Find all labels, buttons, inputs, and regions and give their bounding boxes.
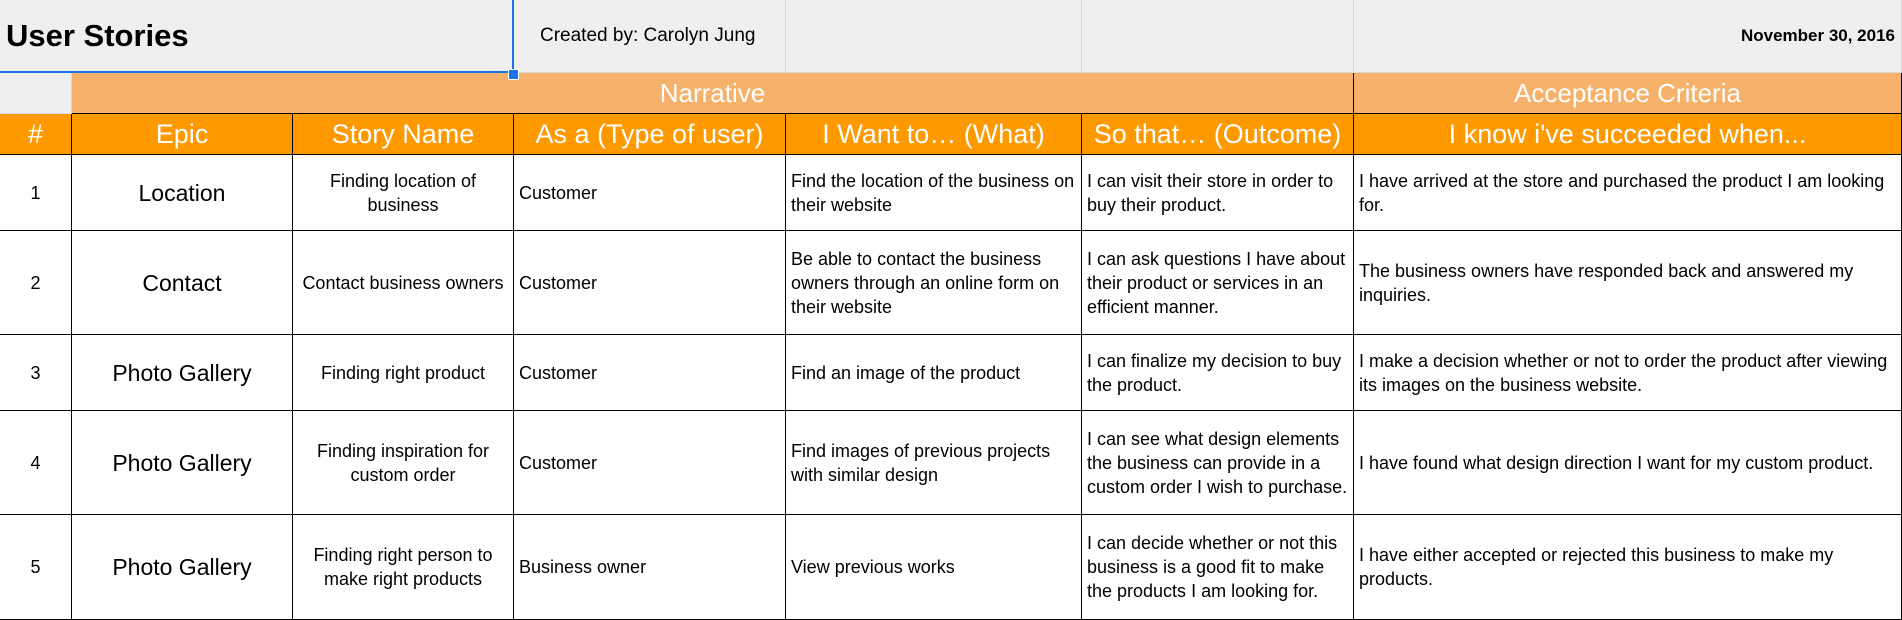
epic-cell[interactable]: Photo Gallery	[72, 515, 293, 620]
row-number-cell[interactable]: 3	[0, 335, 72, 411]
header-epic[interactable]: Epic	[72, 114, 293, 155]
narrative-band[interactable]: Narrative	[72, 73, 1354, 114]
header-outcome[interactable]: So that… (Outcome)	[1082, 114, 1354, 155]
success-cell[interactable]: I make a decision whether or not to orde…	[1354, 335, 1902, 411]
story-name-cell[interactable]: Finding inspiration for custom order	[293, 411, 514, 515]
want-cell[interactable]: View previous works	[786, 515, 1082, 620]
story-name-cell[interactable]: Contact business owners	[293, 231, 514, 335]
epic-cell[interactable]: Contact	[72, 231, 293, 335]
outcome-cell[interactable]: I can ask questions I have about their p…	[1082, 231, 1354, 335]
corner-cell[interactable]	[0, 73, 72, 114]
success-cell[interactable]: I have either accepted or rejected this …	[1354, 515, 1902, 620]
user-type-cell[interactable]: Customer	[514, 335, 786, 411]
user-type-cell[interactable]: Customer	[514, 155, 786, 231]
epic-cell[interactable]: Photo Gallery	[72, 411, 293, 515]
date-cell[interactable]: November 30, 2016	[1354, 0, 1902, 73]
row-number-cell[interactable]: 1	[0, 155, 72, 231]
user-type-cell[interactable]: Business owner	[514, 515, 786, 620]
empty-cell[interactable]	[786, 0, 1082, 73]
want-cell[interactable]: Find the location of the business on the…	[786, 155, 1082, 231]
header-success[interactable]: I know i've succeeded when...	[1354, 114, 1902, 155]
header-user-type[interactable]: As a (Type of user)	[514, 114, 786, 155]
story-name-cell[interactable]: Finding right person to make right produ…	[293, 515, 514, 620]
outcome-cell[interactable]: I can decide whether or not this busines…	[1082, 515, 1354, 620]
success-cell[interactable]: I have found what design direction I wan…	[1354, 411, 1902, 515]
story-name-cell[interactable]: Finding location of business	[293, 155, 514, 231]
user-type-cell[interactable]: Customer	[514, 411, 786, 515]
header-want[interactable]: I Want to… (What)	[786, 114, 1082, 155]
want-cell[interactable]: Find an image of the product	[786, 335, 1082, 411]
created-by-cell[interactable]: Created by: Carolyn Jung	[514, 0, 786, 73]
empty-cell[interactable]	[1082, 0, 1354, 73]
header-number[interactable]: #	[0, 114, 72, 155]
success-cell[interactable]: I have arrived at the store and purchase…	[1354, 155, 1902, 231]
success-cell[interactable]: The business owners have responded back …	[1354, 231, 1902, 335]
outcome-cell[interactable]: I can visit their store in order to buy …	[1082, 155, 1354, 231]
epic-cell[interactable]: Location	[72, 155, 293, 231]
want-cell[interactable]: Be able to contact the business owners t…	[786, 231, 1082, 335]
story-name-cell[interactable]: Finding right product	[293, 335, 514, 411]
spreadsheet: User Stories Created by: Carolyn Jung No…	[0, 0, 1902, 620]
outcome-cell[interactable]: I can see what design elements the busin…	[1082, 411, 1354, 515]
row-number-cell[interactable]: 4	[0, 411, 72, 515]
sheet-title-cell[interactable]: User Stories	[0, 0, 514, 73]
outcome-cell[interactable]: I can finalize my decision to buy the pr…	[1082, 335, 1354, 411]
selection-fill-handle[interactable]	[508, 69, 519, 80]
acceptance-band[interactable]: Acceptance Criteria	[1354, 73, 1902, 114]
header-story-name[interactable]: Story Name	[293, 114, 514, 155]
epic-cell[interactable]: Photo Gallery	[72, 335, 293, 411]
story-grid: User Stories Created by: Carolyn Jung No…	[0, 0, 1902, 620]
row-number-cell[interactable]: 5	[0, 515, 72, 620]
user-type-cell[interactable]: Customer	[514, 231, 786, 335]
row-number-cell[interactable]: 2	[0, 231, 72, 335]
want-cell[interactable]: Find images of previous projects with si…	[786, 411, 1082, 515]
